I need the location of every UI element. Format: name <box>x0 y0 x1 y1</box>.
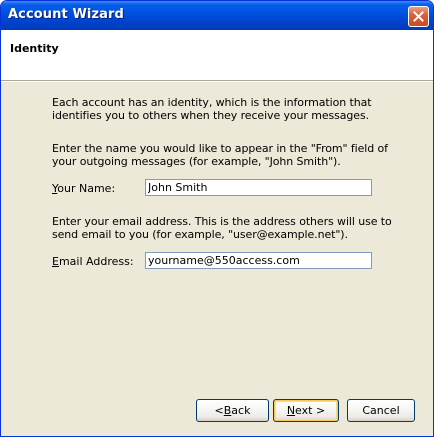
next-button-label: ext > <box>295 404 326 417</box>
close-icon <box>413 11 424 22</box>
email-prompt-text: Enter your email address. This is the ad… <box>52 215 392 241</box>
page-title: Identity <box>10 42 59 55</box>
email-address-label: Email Address: <box>52 255 134 268</box>
back-button-access-key: B <box>223 404 232 417</box>
intro-text: Each account has an identity, which is t… <box>52 96 372 122</box>
email-address-label-access-key: E <box>52 255 59 268</box>
next-button[interactable]: Next > <box>273 399 339 422</box>
your-name-label-text: our Name: <box>57 182 116 195</box>
name-prompt-text: Enter the name you would like to appear … <box>52 142 388 168</box>
wizard-header: Identity <box>1 30 433 81</box>
account-wizard-window: Account Wizard Identity Each account has… <box>0 0 434 437</box>
title-bar[interactable]: Account Wizard <box>1 1 433 30</box>
window-title: Account Wizard <box>8 7 124 22</box>
back-button-label: ack <box>231 404 251 417</box>
close-button[interactable] <box>408 6 429 27</box>
your-name-label: Your Name: <box>52 182 115 195</box>
wizard-content: Each account has an identity, which is t… <box>1 82 433 392</box>
email-address-input[interactable] <box>145 252 372 269</box>
back-button[interactable]: < Back <box>196 399 269 422</box>
cancel-button[interactable]: Cancel <box>347 399 415 422</box>
next-button-access-key: N <box>286 404 296 417</box>
your-name-input[interactable] <box>145 179 372 196</box>
email-address-label-text: mail Address: <box>58 255 134 268</box>
back-button-prefix: < <box>214 404 224 417</box>
